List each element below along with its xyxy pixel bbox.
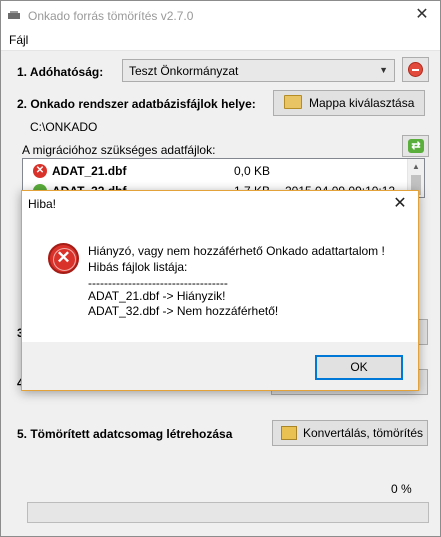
authority-select[interactable]: Teszt Önkormányzat ▼ bbox=[122, 59, 395, 82]
title-bar: Onkado forrás tömörítés v2.7.0 ✕ bbox=[1, 1, 440, 31]
browse-folder-label: Mappa kiválasztása bbox=[309, 96, 415, 110]
authority-select-value: Teszt Önkormányzat bbox=[129, 64, 239, 78]
dialog-body: ✕ Hiányzó, vagy nem hozzáférhető Onkado … bbox=[22, 221, 418, 342]
convert-compress-label: Konvertálás, tömörítés bbox=[303, 426, 424, 440]
refresh-button[interactable]: ⇄ bbox=[402, 135, 429, 157]
step1-label: 1. Adóhatóság: bbox=[17, 65, 104, 79]
app-icon bbox=[8, 11, 20, 19]
ok-button[interactable]: OK bbox=[315, 355, 403, 380]
dialog-title: Hiba! bbox=[28, 197, 57, 211]
files-header: A migrációhoz szükséges adatfájlok: bbox=[22, 143, 216, 157]
error-icon: ✕ bbox=[33, 164, 47, 178]
error-icon: ✕ bbox=[48, 243, 79, 274]
dialog-message-line2: Hibás fájlok listája: bbox=[88, 260, 188, 274]
minus-icon bbox=[408, 62, 423, 77]
remove-authority-button[interactable] bbox=[402, 57, 429, 82]
browse-folder-button[interactable]: Mappa kiválasztása bbox=[273, 90, 425, 116]
list-item[interactable]: ✕ ADAT_21.dbf 0,0 KB bbox=[23, 160, 408, 180]
dialog-message-line3: ADAT_21.dbf -> Hiányzik! bbox=[88, 289, 226, 303]
progress-percent: 0 % bbox=[391, 482, 412, 496]
convert-compress-button[interactable]: Konvertálás, tömörítés bbox=[272, 420, 428, 446]
chevron-down-icon: ▼ bbox=[379, 65, 388, 75]
progress-bar bbox=[27, 502, 429, 523]
dialog-message-line1: Hiányzó, vagy nem hozzáférhető Onkado ad… bbox=[88, 244, 385, 258]
menu-bar: Fájl bbox=[1, 31, 440, 51]
dialog-footer: OK bbox=[22, 342, 418, 390]
step2-label: 2. Onkado rendszer adatbázisfájlok helye… bbox=[17, 97, 256, 111]
error-dialog: Hiba! ✕ ✕ Hiányzó, vagy nem hozzáférhető… bbox=[21, 190, 419, 391]
scroll-up-icon[interactable]: ▲ bbox=[412, 162, 420, 171]
window-close-button[interactable]: ✕ bbox=[411, 5, 433, 25]
step5-label: 5. Tömörített adatcsomag létrehozása bbox=[17, 427, 233, 441]
dialog-message-line4: ADAT_32.dbf -> Nem hozzáférhető! bbox=[88, 304, 279, 318]
file-name: ADAT_21.dbf bbox=[52, 164, 127, 178]
file-size: 0,0 KB bbox=[234, 164, 271, 178]
archive-icon bbox=[281, 426, 297, 440]
dialog-close-button[interactable]: ✕ bbox=[390, 194, 410, 214]
menu-file[interactable]: Fájl bbox=[9, 33, 28, 47]
dialog-separator: ----------------------------------- bbox=[88, 276, 228, 290]
folder-icon bbox=[284, 95, 302, 109]
folder-path: C:\ONKADO bbox=[30, 120, 98, 134]
refresh-icon: ⇄ bbox=[408, 139, 424, 153]
window-title: Onkado forrás tömörítés v2.7.0 bbox=[28, 9, 194, 23]
